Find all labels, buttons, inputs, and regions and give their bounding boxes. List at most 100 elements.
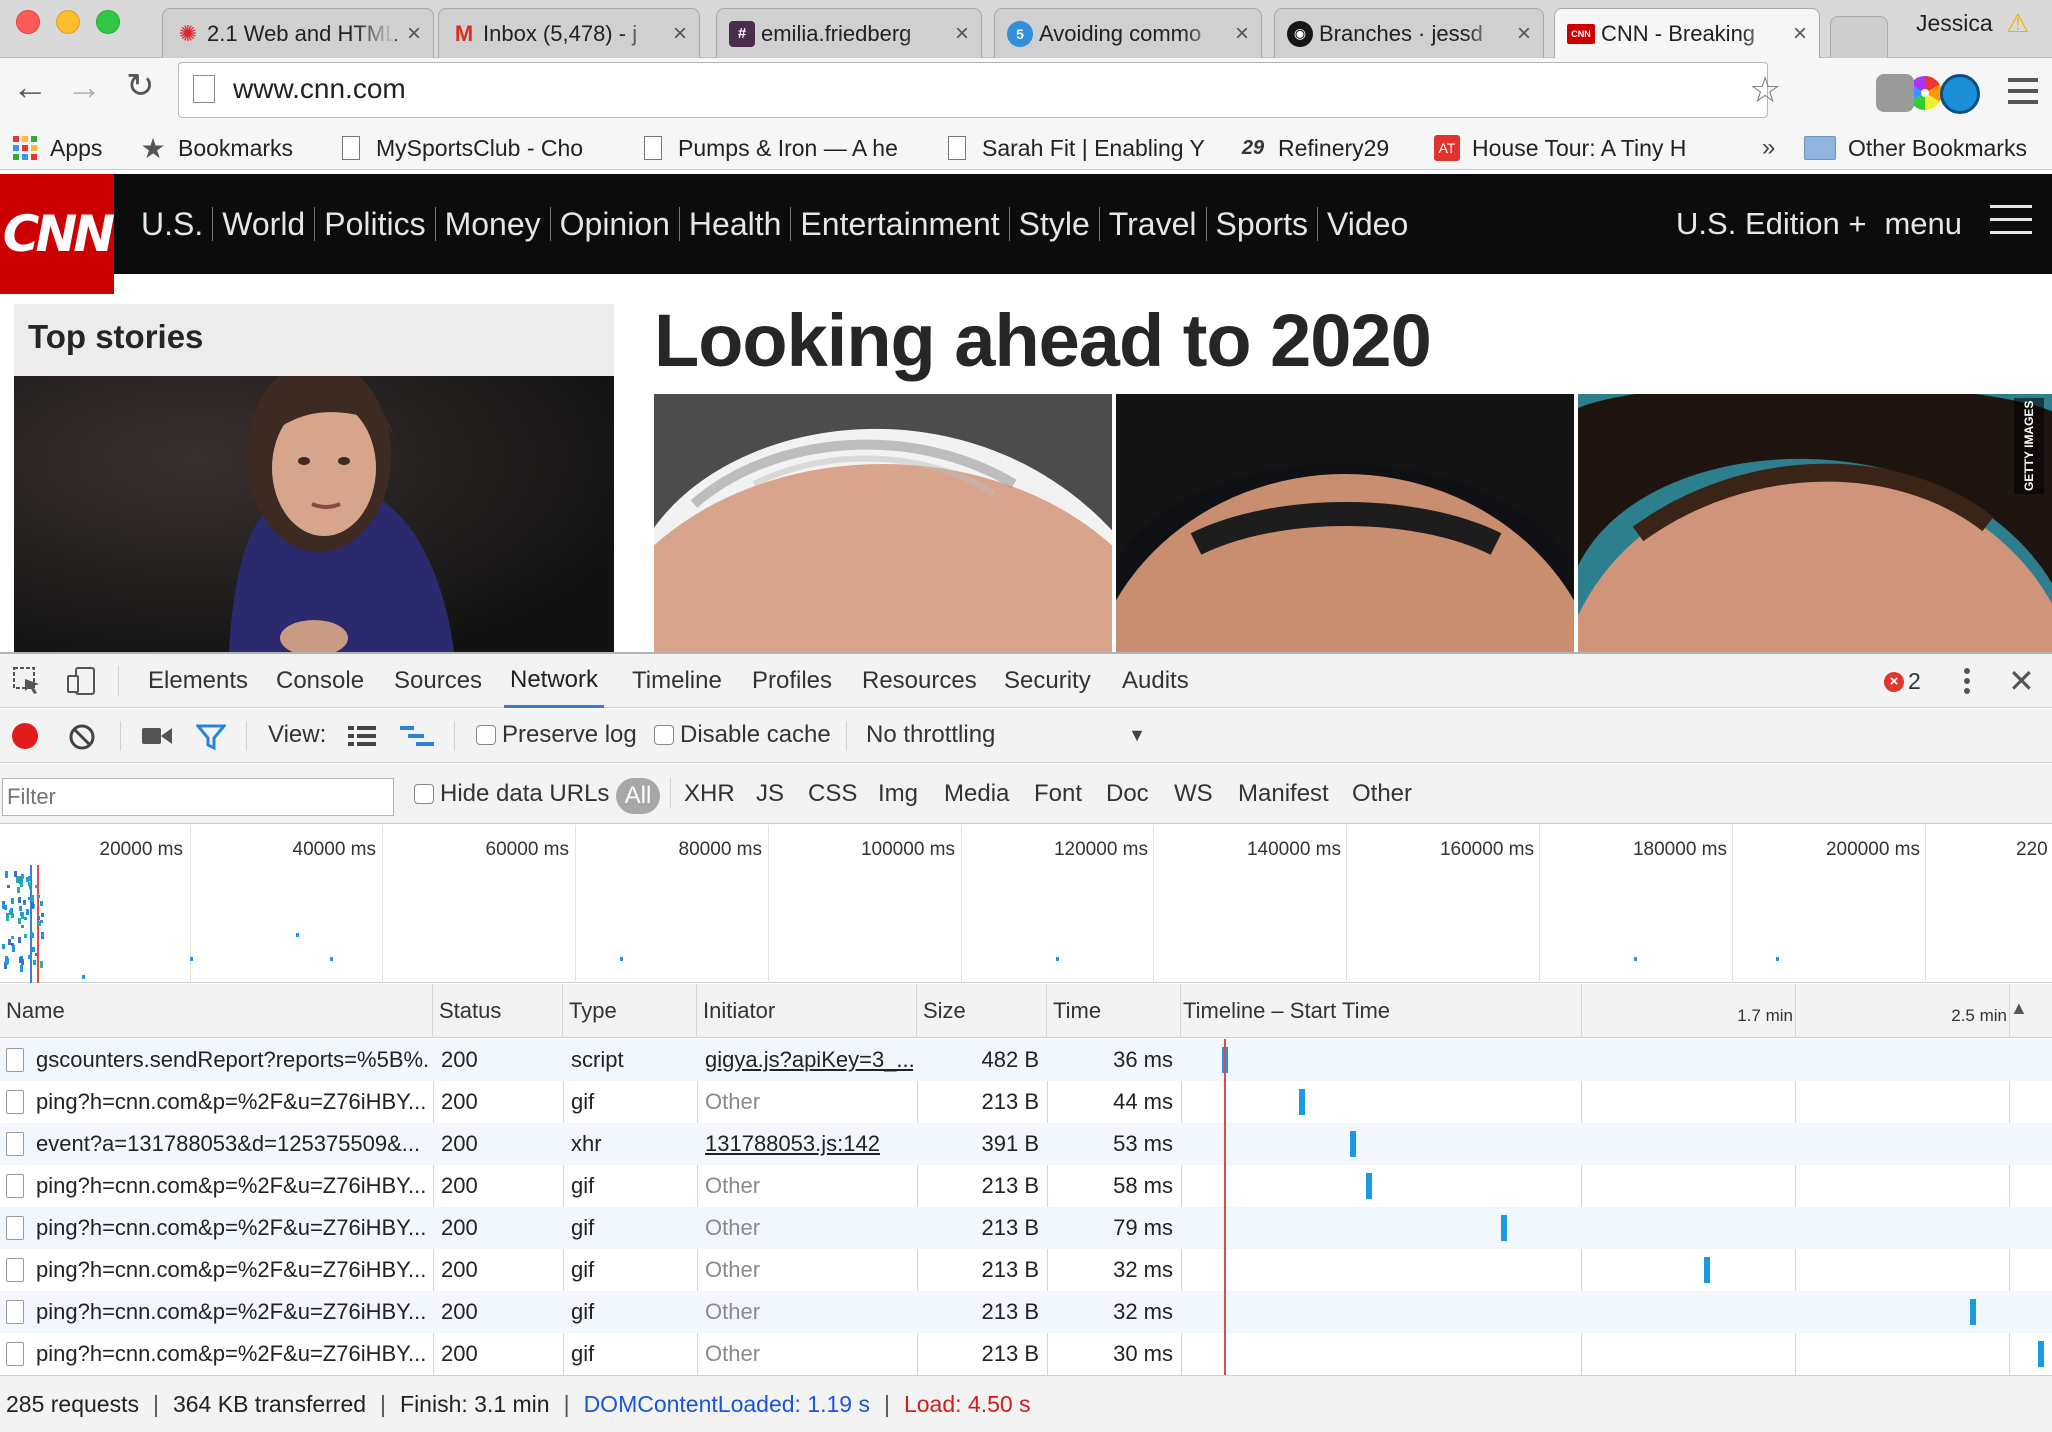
browser-tab[interactable]: ◉ Branches · jessd ×	[1274, 8, 1544, 58]
type-filter-ws[interactable]: WS	[1174, 780, 1213, 808]
browser-tab-active[interactable]: CNN CNN - Breaking ×	[1554, 8, 1820, 59]
column-header-time[interactable]: Time	[1047, 984, 1181, 1038]
preserve-log-checkbox[interactable]: Preserve log	[476, 721, 637, 749]
nav-link-world[interactable]: World	[213, 207, 316, 241]
nav-link-politics[interactable]: Politics	[315, 207, 436, 241]
close-tab-icon[interactable]: ×	[407, 20, 421, 48]
top-story-photo[interactable]	[14, 376, 614, 652]
nav-link-us[interactable]: U.S.	[132, 207, 214, 241]
headline[interactable]: Looking ahead to 2020	[654, 298, 1432, 383]
network-overview[interactable]: 20000 ms 40000 ms 60000 ms 80000 ms 1000…	[0, 825, 2052, 983]
type-filter-img[interactable]: Img	[878, 780, 918, 808]
tab-profiles[interactable]: Profiles	[752, 654, 832, 708]
close-devtools-icon[interactable]: ✕	[2008, 662, 2035, 700]
type-filter-js[interactable]: JS	[756, 780, 784, 808]
tab-security[interactable]: Security	[1004, 654, 1091, 708]
initiator-link[interactable]: gigya.js?apiKey=3_...	[705, 1039, 913, 1081]
capture-screenshots-icon[interactable]	[142, 725, 172, 747]
nav-link-opinion[interactable]: Opinion	[551, 207, 680, 241]
filter-funnel-icon[interactable]	[196, 723, 226, 751]
clear-icon[interactable]	[68, 723, 96, 751]
request-row[interactable]: ping?h=cnn.com&p=%2F&u=Z76iHBY... 200 gif O…	[0, 1081, 2052, 1123]
device-mode-icon[interactable]	[66, 666, 96, 696]
nav-link-money[interactable]: Money	[436, 207, 551, 241]
bookmark-mysportsclub[interactable]: MySportsClub - Cho	[338, 132, 608, 164]
nav-link-video[interactable]: Video	[1318, 207, 1417, 241]
inspect-element-icon[interactable]	[12, 666, 42, 696]
type-filter-xhr[interactable]: XHR	[684, 780, 735, 808]
edition-selector[interactable]: U.S. Edition +	[1676, 206, 1866, 242]
eye-extension-icon[interactable]	[1940, 74, 1980, 114]
nav-link-travel[interactable]: Travel	[1100, 207, 1207, 241]
hero-photo-left[interactable]	[654, 394, 1112, 652]
nav-link-sports[interactable]: Sports	[1207, 207, 1318, 241]
type-filter-font[interactable]: Font	[1034, 780, 1082, 808]
close-tab-icon[interactable]: ×	[955, 20, 969, 48]
grey-extension-icon[interactable]	[1876, 74, 1914, 112]
more-options-icon[interactable]	[1962, 666, 1972, 696]
column-header-size[interactable]: Size	[917, 984, 1047, 1038]
browser-tab[interactable]: 5 Avoiding commo ×	[994, 8, 1262, 58]
request-row[interactable]: event?a=131788053&d=125375509&... 200 xhr 1…	[0, 1123, 2052, 1165]
cnn-logo[interactable]: CNN	[0, 174, 115, 294]
type-filter-other[interactable]: Other	[1352, 780, 1412, 808]
minimize-window-button[interactable]	[56, 10, 80, 34]
tab-timeline[interactable]: Timeline	[632, 654, 722, 708]
request-row[interactable]: ping?h=cnn.com&p=%2F&u=Z76iHBY... 200 gif O…	[0, 1207, 2052, 1249]
request-row[interactable]: gscounters.sendReport?reports=%5B%... 200…	[0, 1039, 2052, 1081]
profile-name[interactable]: Jessica	[1916, 10, 1993, 37]
column-header-timeline[interactable]: Timeline – Start Time 1.7 min 2.5 min ▲	[1181, 984, 2052, 1038]
menu-label[interactable]: menu	[1884, 206, 1962, 242]
tab-console[interactable]: Console	[276, 654, 364, 708]
filter-input[interactable]	[2, 778, 394, 816]
column-header-type[interactable]: Type	[563, 984, 697, 1038]
type-filter-doc[interactable]: Doc	[1106, 780, 1149, 808]
tab-resources[interactable]: Resources	[862, 654, 977, 708]
bookmark-apps[interactable]: Apps	[12, 132, 112, 164]
bookmark-house-tour[interactable]: AT House Tour: A Tiny H	[1434, 132, 1710, 164]
type-filter-media[interactable]: Media	[944, 780, 1009, 808]
tab-sources[interactable]: Sources	[394, 654, 482, 708]
reload-icon[interactable]: ↻	[126, 66, 155, 106]
bookmark-sarah-fit[interactable]: Sarah Fit | Enabling Y	[944, 132, 1214, 164]
chrome-menu-icon[interactable]	[2008, 74, 2038, 108]
type-filter-all[interactable]: All	[616, 778, 660, 814]
browser-tab[interactable]: M Inbox (5,478) - j ×	[438, 8, 700, 58]
nav-link-style[interactable]: Style	[1010, 207, 1100, 241]
hero-photo-right[interactable]	[1578, 394, 2052, 652]
browser-tab[interactable]: ✺ 2.1 Web and HTML ×	[162, 8, 434, 58]
close-tab-icon[interactable]: ×	[1517, 20, 1531, 48]
type-filter-css[interactable]: CSS	[808, 780, 857, 808]
tab-elements[interactable]: Elements	[148, 654, 248, 708]
hamburger-menu-icon[interactable]	[1990, 205, 2032, 243]
throttling-select[interactable]: No throttling ▼	[866, 721, 1146, 749]
waterfall-view-icon[interactable]	[400, 725, 434, 747]
close-tab-icon[interactable]: ×	[1235, 20, 1249, 48]
forward-arrow-icon[interactable]: →	[66, 66, 102, 108]
column-header-status[interactable]: Status	[433, 984, 563, 1038]
sort-ascending-icon[interactable]: ▲	[2010, 998, 2028, 1019]
record-button-icon[interactable]	[12, 723, 38, 749]
hide-data-urls-checkbox[interactable]: Hide data URLs	[414, 780, 609, 808]
column-header-initiator[interactable]: Initiator	[697, 984, 917, 1038]
tab-network[interactable]: Network	[504, 654, 605, 708]
new-tab-button[interactable]	[1830, 16, 1888, 58]
nav-link-entertainment[interactable]: Entertainment	[791, 207, 1010, 241]
nav-link-health[interactable]: Health	[680, 207, 792, 241]
request-row[interactable]: ping?h=cnn.com&p=%2F&u=Z76iHBY... 200 gif O…	[0, 1333, 2052, 1375]
request-row[interactable]: ping?h=cnn.com&p=%2F&u=Z76iHBY... 200 gif O…	[0, 1165, 2052, 1207]
zoom-window-button[interactable]	[96, 10, 120, 34]
bookmark-pumps-iron[interactable]: Pumps & Iron — A he	[640, 132, 908, 164]
error-count-badge[interactable]: × 2	[1884, 668, 1921, 695]
tab-audits[interactable]: Audits	[1122, 654, 1189, 708]
browser-tab[interactable]: # emilia.friedberg ×	[716, 8, 982, 58]
initiator-link[interactable]: 131788053.js:142	[705, 1123, 913, 1165]
close-tab-icon[interactable]: ×	[1793, 20, 1807, 48]
back-arrow-icon[interactable]: ←	[12, 66, 48, 108]
request-row[interactable]: ping?h=cnn.com&p=%2F&u=Z76iHBY... 200 gif O…	[0, 1249, 2052, 1291]
other-bookmarks-folder[interactable]: Other Bookmarks	[1804, 132, 2050, 164]
column-header-name[interactable]: Name	[0, 984, 433, 1038]
request-row[interactable]: ping?h=cnn.com&p=%2F&u=Z76iHBY... 200 gif O…	[0, 1291, 2052, 1333]
address-bar[interactable]: www.cnn.com ☆	[178, 62, 1781, 118]
type-filter-manifest[interactable]: Manifest	[1238, 780, 1329, 808]
